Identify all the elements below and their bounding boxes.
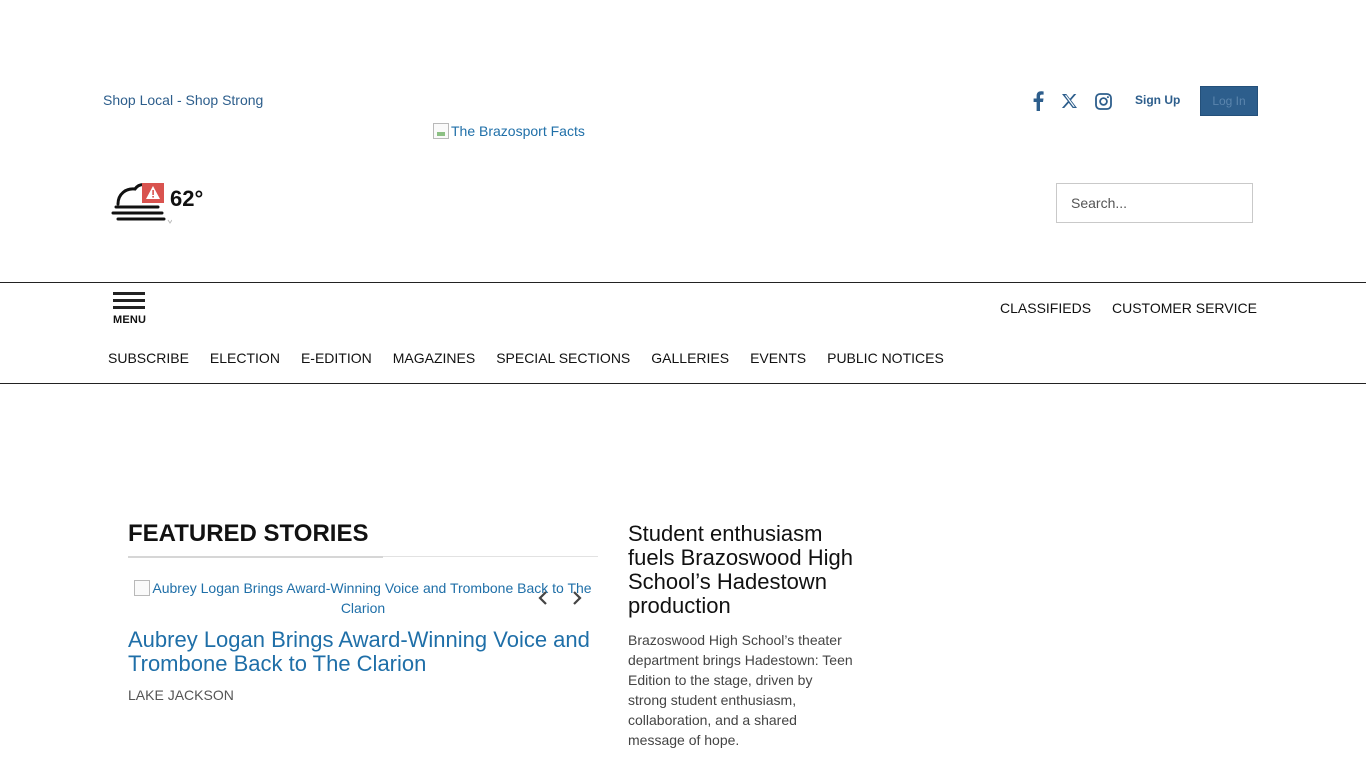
search-input[interactable] [1056, 183, 1253, 223]
nav-magazines[interactable]: MAGAZINES [393, 350, 475, 366]
weather-widget[interactable]: 62° [110, 180, 210, 228]
instagram-icon[interactable] [1092, 90, 1114, 112]
cloud-fog-alert-icon [111, 183, 172, 224]
featured-image-alt: Aubrey Logan Brings Award-Winning Voice … [152, 580, 592, 616]
customer-service-link[interactable]: CUSTOMER SERVICE [1112, 300, 1257, 316]
nav-top-divider [0, 282, 1366, 283]
carousel-prev-icon[interactable] [533, 588, 553, 608]
x-icon[interactable] [1058, 90, 1080, 112]
nav-election[interactable]: ELECTION [210, 350, 280, 366]
featured-divider-accent [128, 556, 383, 558]
hamburger-icon-bar [113, 292, 145, 295]
nav-events[interactable]: EVENTS [750, 350, 806, 366]
menu-button[interactable]: MENU [113, 292, 146, 328]
main-navigation: SUBSCRIBE ELECTION E-EDITION MAGAZINES S… [108, 350, 944, 366]
featured-kicker: LAKE JACKSON [128, 687, 234, 703]
nav-galleries[interactable]: GALLERIES [651, 350, 729, 366]
side-story-headline[interactable]: Student enthusiasm fuels Brazoswood High… [628, 522, 853, 618]
nav-public-notices[interactable]: PUBLIC NOTICES [827, 350, 944, 366]
nav-bottom-divider [0, 383, 1366, 384]
carousel-next-icon[interactable] [567, 588, 587, 608]
broken-image-icon [433, 123, 449, 139]
weather-temperature: 62° [170, 186, 204, 211]
nav-special-sections[interactable]: SPECIAL SECTIONS [496, 350, 630, 366]
shop-local-link[interactable]: Shop Local - Shop Strong [103, 92, 263, 108]
menu-label: MENU [113, 314, 147, 326]
sign-up-link[interactable]: Sign Up [1135, 93, 1180, 107]
nav-subscribe[interactable]: SUBSCRIBE [108, 350, 189, 366]
broken-image-icon [134, 580, 151, 596]
classifieds-link[interactable]: CLASSIFIEDS [1000, 300, 1091, 316]
site-logo[interactable]: The Brazosport Facts [433, 123, 585, 139]
nav-e-edition[interactable]: E-EDITION [301, 350, 372, 366]
hamburger-icon-bar [113, 299, 145, 302]
featured-stories-heading: FEATURED STORIES [128, 520, 369, 547]
side-story-summary: Brazoswood High School’s theater departm… [628, 632, 853, 748]
featured-image[interactable]: Aubrey Logan Brings Award-Winning Voice … [128, 578, 598, 622]
hamburger-icon-bar [113, 306, 145, 309]
logo-alt-text: The Brazosport Facts [451, 123, 585, 139]
facebook-icon[interactable] [1027, 90, 1049, 112]
featured-headline-link[interactable]: Aubrey Logan Brings Award-Winning Voice … [128, 628, 603, 676]
log-in-button[interactable]: Log In [1200, 86, 1258, 116]
